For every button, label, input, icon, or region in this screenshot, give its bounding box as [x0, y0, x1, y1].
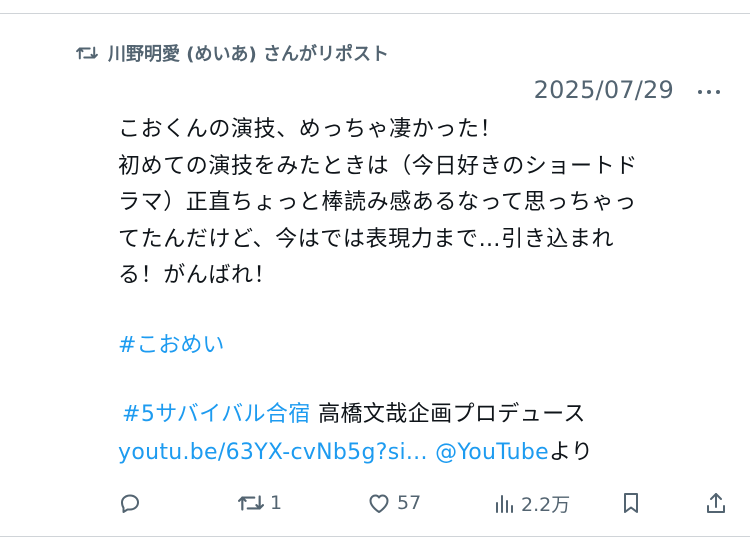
repost-count: 1 [270, 492, 283, 514]
share-button[interactable] [705, 487, 727, 519]
like-button[interactable]: 57 [367, 487, 421, 519]
bookmark-icon [621, 491, 641, 515]
bookmark-button[interactable] [621, 487, 641, 519]
top-divider [0, 13, 750, 14]
views-chart-icon [493, 492, 515, 514]
views-count: 2.2万 [521, 493, 571, 516]
reply-button[interactable] [118, 487, 148, 519]
reply-icon [118, 491, 142, 515]
views-button[interactable]: 2.2万 [493, 487, 570, 519]
tweet-line: ラマ）正直ちょっと棒読み感あるなって思っちゃっ [118, 190, 637, 215]
action-bar: 1 57 2.2万 [0, 487, 750, 519]
youtube-mention-link[interactable]: @YouTube [435, 440, 549, 465]
like-count: 57 [397, 492, 422, 514]
repost-context[interactable]: 川野明愛 (めいあ) さんがリポスト [76, 38, 389, 68]
promo-hashtag-link[interactable]: #5サバイバル合宿 [122, 402, 311, 427]
tweet-line: こおくんの演技、めっちゃ凄かった！ [118, 117, 503, 142]
tweet-line: る！がんばれ！ [118, 263, 277, 288]
bottom-divider [0, 536, 750, 537]
mention-suffix: より [548, 440, 594, 465]
share-icon [705, 491, 727, 515]
youtube-url-link[interactable]: youtu.be/63YX-cvNb5g?si... [118, 440, 428, 465]
repost-icon [76, 44, 98, 62]
tweet-text: こおくんの演技、めっちゃ凄かった！ 初めての演技をみたときは（今日好きのショート… [118, 112, 728, 295]
tweet-line: 初めての演技をみたときは（今日好きのショートド [118, 153, 638, 179]
repost-icon [238, 492, 264, 514]
promo-text: 高橋文哉企画プロデュース [310, 402, 586, 427]
repost-context-text: 川野明愛 (めいあ) さんがリポスト [108, 44, 389, 65]
more-icon[interactable] [698, 90, 720, 94]
repost-button[interactable]: 1 [238, 487, 282, 519]
hashtag-link[interactable]: #こおめい [118, 333, 224, 358]
post-date[interactable]: 2025/07/29 [534, 76, 674, 104]
tweet-line: てたんだけど、今はでは表現力まで…引き込まれ [118, 226, 615, 252]
heart-icon [367, 492, 391, 514]
